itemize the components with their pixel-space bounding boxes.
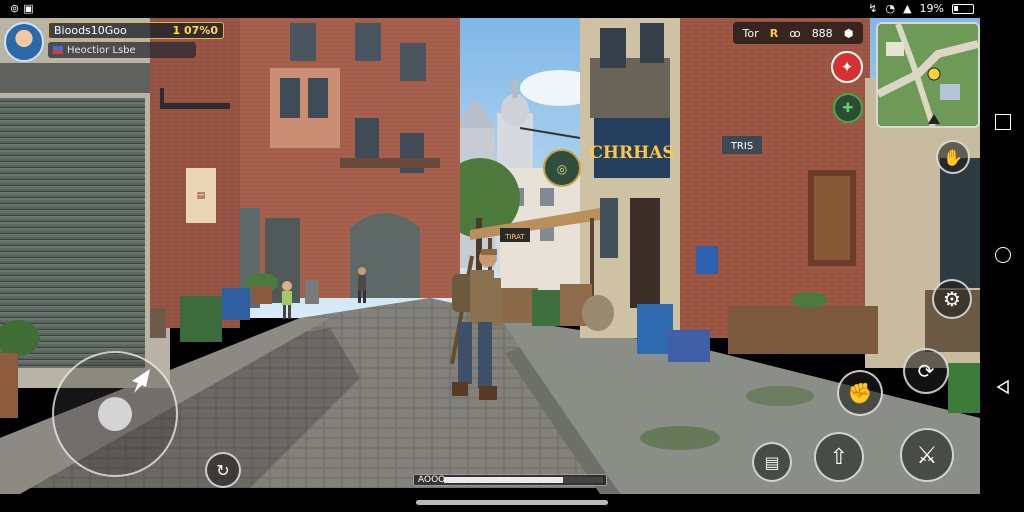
player-score: 1 07%0	[172, 24, 218, 37]
interact-button[interactable]: ✋	[936, 140, 970, 174]
shop-sign: CHRHAS	[589, 143, 674, 163]
home-button[interactable]	[995, 247, 1011, 263]
joystick-arrow-icon	[132, 369, 150, 393]
stamina-fill	[444, 477, 564, 483]
gear-button[interactable]: ⚙	[932, 279, 972, 319]
heal-green-button[interactable]: ✚	[833, 93, 863, 123]
stamina-bar: AOOO	[413, 474, 607, 486]
gear-icon: ⚙	[943, 287, 961, 311]
toolbar-item-menu[interactable]: 888	[812, 27, 833, 40]
skill-red-icon: ✦	[840, 58, 854, 76]
status-icons-left: ⊚ ▣	[10, 2, 34, 15]
gesture-handle[interactable]	[416, 500, 608, 505]
hanging-sign-symbol: ◎	[557, 162, 567, 176]
player-subtitle-row: Heoctior Lsbe	[48, 42, 196, 58]
stamina-label: AOOO	[418, 475, 446, 485]
toolbar-item-time[interactable]: Tor	[743, 27, 759, 40]
player-subtitle: Heoctior Lsbe	[67, 44, 136, 56]
kiosk-sign: TIRAT	[504, 233, 525, 241]
back-button[interactable]	[995, 379, 1011, 395]
blue-crate	[668, 330, 710, 362]
interact-icon: ✋	[943, 147, 963, 167]
joystick-knob[interactable]	[98, 397, 132, 431]
jump-button[interactable]: ⇧	[814, 432, 864, 482]
reload-button[interactable]: ⟳	[903, 348, 949, 394]
vibrate-icon: ↯	[868, 2, 878, 15]
status-icons-right: ↯ ◔ ▲ 19%	[868, 2, 974, 15]
movement-joystick[interactable]	[52, 351, 178, 477]
jump-icon: ⇧	[829, 444, 849, 470]
toolbar-item-friends[interactable]: ꝏ	[789, 27, 800, 40]
inventory-icon: ▤	[764, 452, 780, 472]
heal-green-icon: ✚	[842, 100, 854, 116]
notification-icon: ⊚	[10, 2, 20, 15]
recent-apps-button[interactable]	[995, 114, 1011, 130]
inventory-button[interactable]: ▤	[752, 442, 792, 482]
signal-icon: ▲	[903, 2, 912, 15]
sprint-button[interactable]: ↻	[205, 452, 241, 488]
player-name: Bioods10Goo	[54, 24, 127, 37]
player-card[interactable]: Bioods10Goo 1 07%0 Heoctior Lsbe	[4, 22, 224, 62]
sprint-icon: ↻	[216, 460, 230, 480]
grab-button[interactable]: ✊	[837, 370, 883, 416]
system-nav-bar	[980, 18, 1024, 494]
status-bar: ⊚ ▣ ↯ ◔ ▲ 19%	[0, 0, 1024, 18]
blue-trash-bin	[637, 304, 673, 354]
toolbar-item-currency[interactable]: R	[770, 27, 778, 40]
toolbar-item-shield[interactable]: ⬢	[844, 27, 854, 40]
app-icon: ▣	[23, 2, 34, 15]
minimap[interactable]	[876, 22, 980, 128]
skill-red-button[interactable]: ✦	[831, 51, 863, 83]
flag-icon	[53, 46, 63, 54]
grab-icon: ✊	[847, 381, 873, 405]
player-avatar[interactable]	[4, 22, 44, 62]
wall-plaque: TRIS	[730, 141, 753, 152]
wifi-icon: ◔	[885, 2, 896, 15]
reload-icon: ⟳	[917, 359, 935, 383]
stamina-track	[444, 477, 603, 483]
game-screen: ⊚ ▣ ↯ ◔ ▲ 19% ▤ CHRHAS TRIS TIRAT ◎ Bioo…	[0, 0, 1024, 512]
player-name-row: Bioods10Goo 1 07%0	[48, 22, 224, 39]
left-poster: ▤	[197, 191, 206, 201]
game-viewport[interactable]: ▤ CHRHAS TRIS TIRAT ◎ Bioods10Goo 1 07%0…	[0, 18, 980, 494]
melee-button[interactable]: ⚔	[900, 428, 954, 482]
battery-percent: 19%	[919, 2, 944, 15]
melee-icon: ⚔	[916, 441, 938, 469]
top-toolbar: Tor R ꝏ 888 ⬢	[733, 22, 863, 44]
battery-icon	[952, 3, 974, 14]
